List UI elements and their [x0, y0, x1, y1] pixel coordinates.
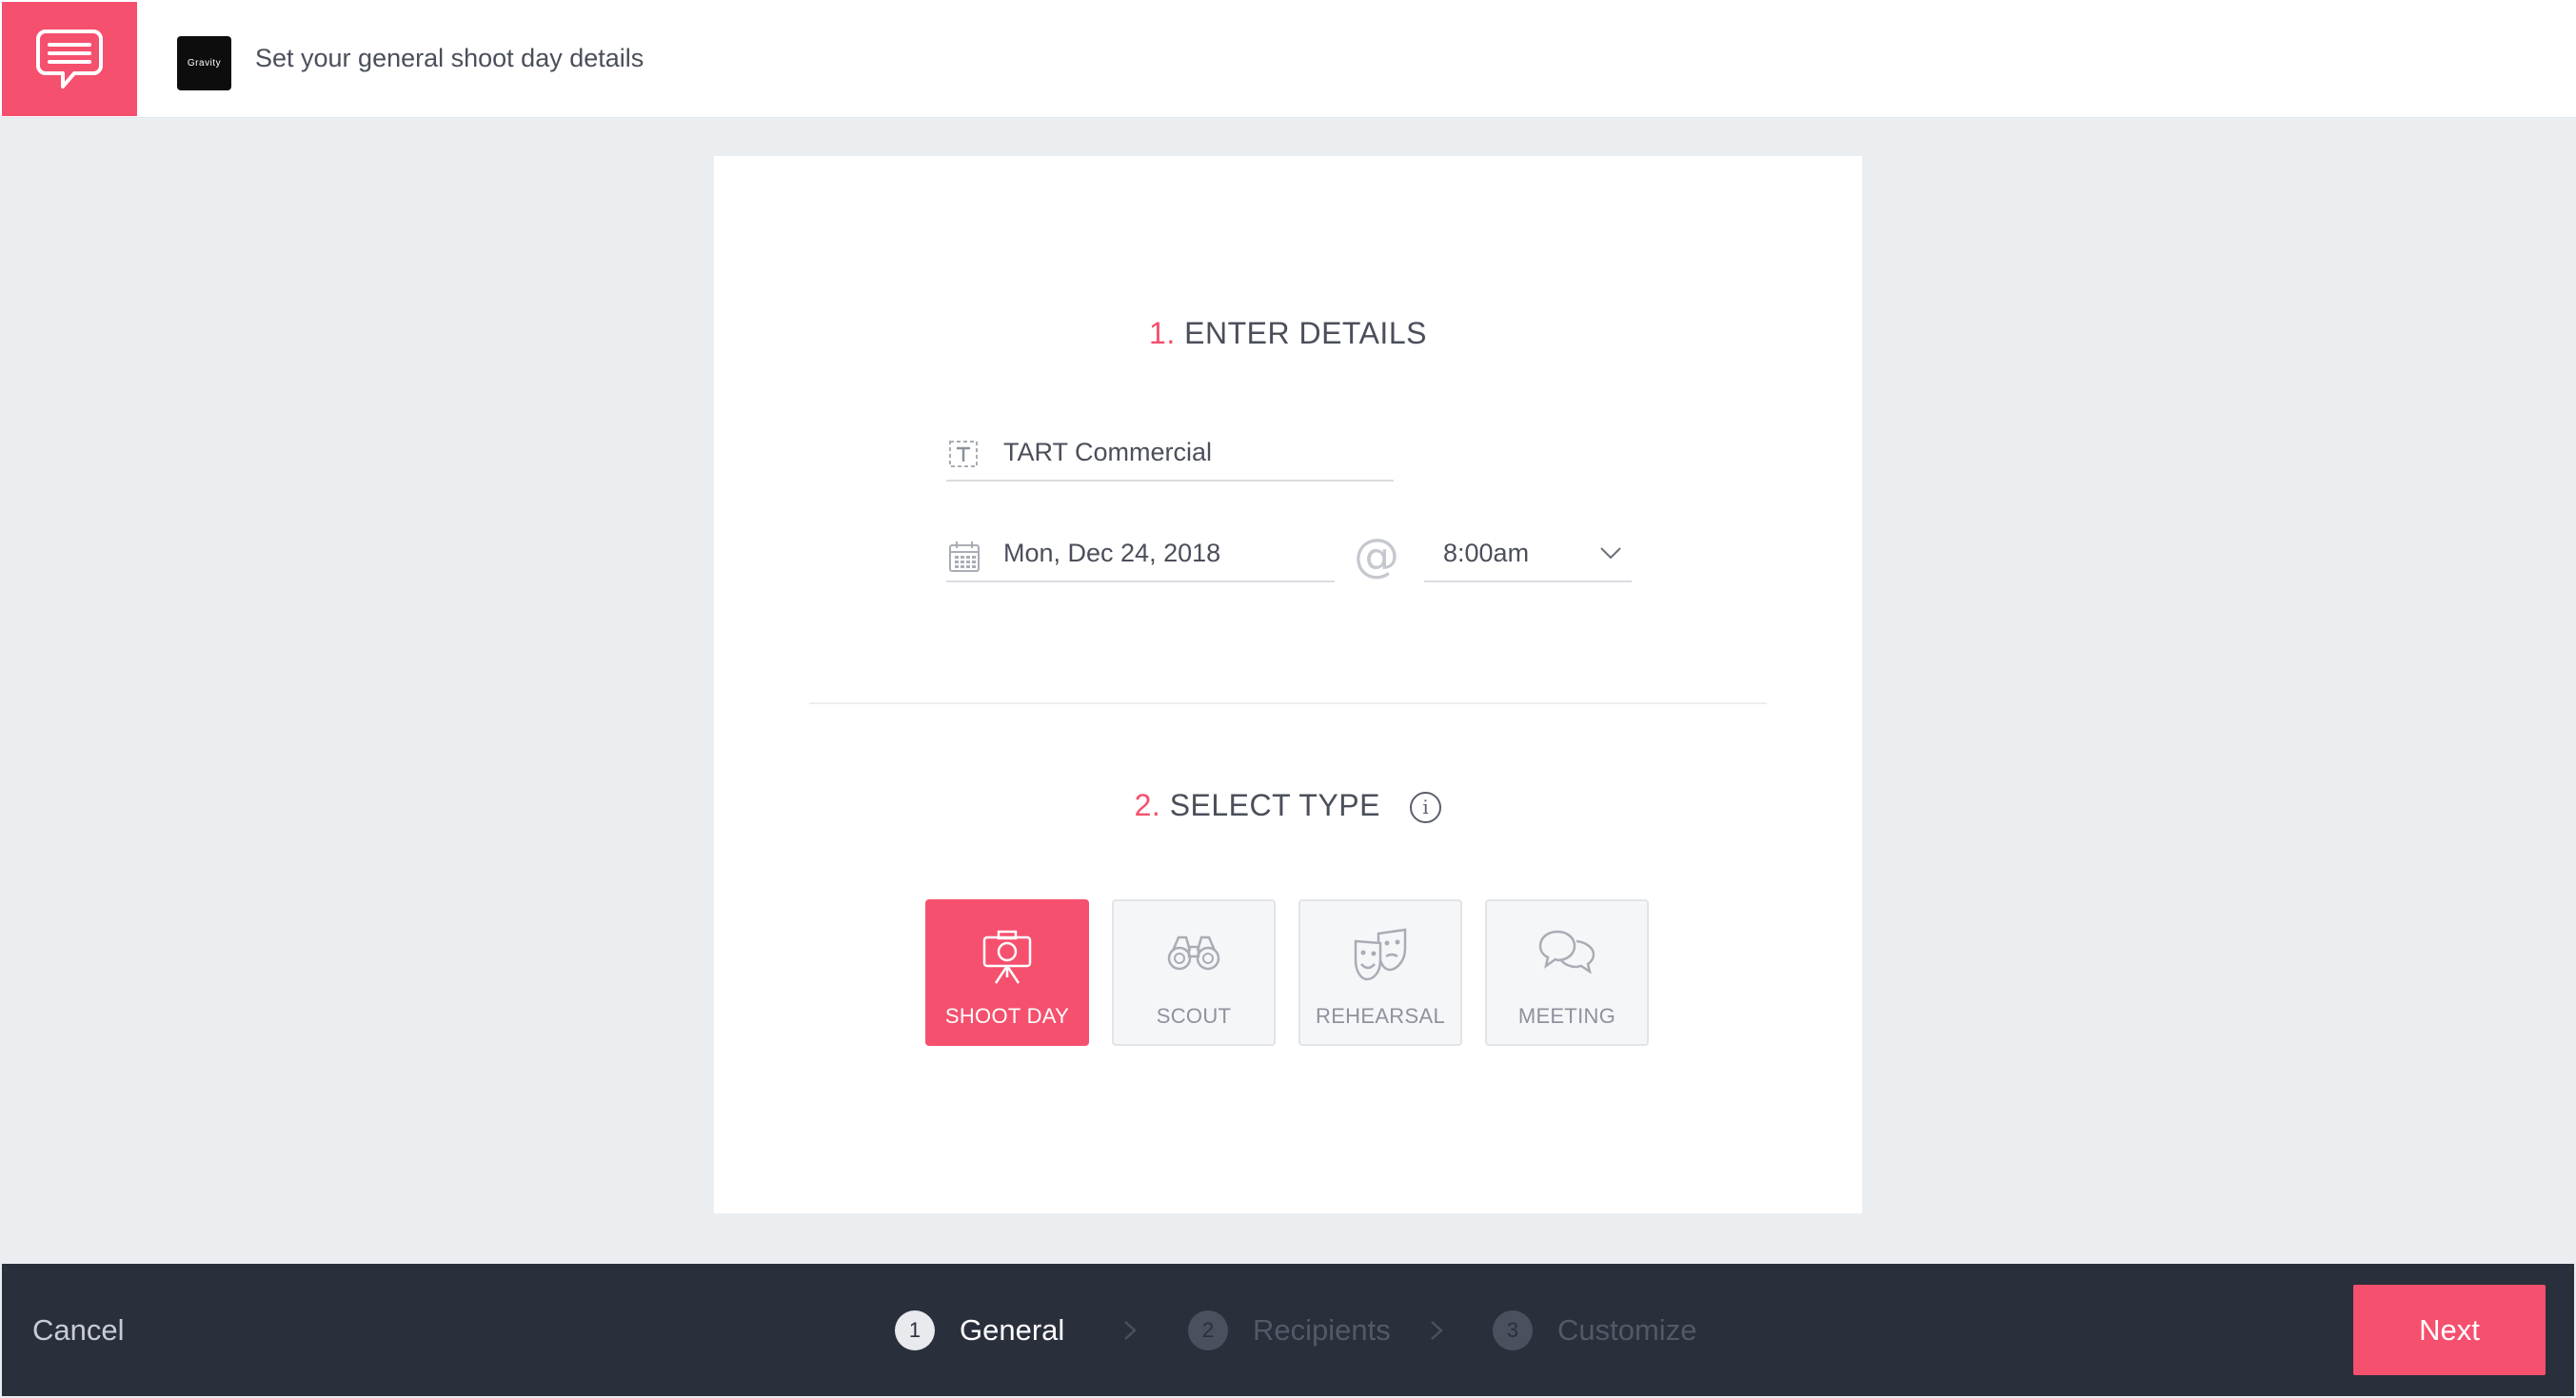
step-number: 2 — [1188, 1310, 1228, 1350]
step-number: 1 — [895, 1310, 935, 1350]
next-button[interactable]: Next — [2353, 1285, 2546, 1375]
cancel-button[interactable]: Cancel — [32, 1313, 125, 1348]
section-number: 2. — [1134, 788, 1161, 822]
project-logo: Gravity — [177, 36, 231, 90]
shoot-name-value: TART Commercial — [1003, 438, 1213, 466]
section-title: SELECT TYPE — [1169, 788, 1380, 822]
enter-details-heading: 1. ENTER DETAILS — [714, 316, 1862, 351]
step-label: Customize — [1557, 1313, 1697, 1347]
select-type-heading: 2. SELECT TYPE i — [714, 788, 1862, 824]
section-number: 1. — [1149, 316, 1176, 350]
page-title: Set your general shoot day details — [255, 44, 644, 72]
time-select[interactable]: 8:00am — [1424, 529, 1632, 582]
step-label: General — [960, 1313, 1065, 1347]
type-label: REHEARSAL — [1316, 1004, 1445, 1028]
chevron-right-icon — [1123, 1320, 1137, 1346]
top-header: Gravity Set your general shoot day detai… — [0, 0, 2576, 118]
app-logo[interactable] — [2, 2, 137, 116]
camera-tripod-icon — [927, 928, 1087, 985]
step-label: Recipients — [1253, 1313, 1391, 1347]
shoot-name-field[interactable]: TART Commercial — [946, 428, 1394, 482]
step-general[interactable]: 1 General — [895, 1307, 1064, 1354]
type-meeting-button[interactable]: MEETING — [1485, 899, 1649, 1046]
info-icon[interactable]: i — [1410, 792, 1442, 824]
date-field[interactable]: Mon, Dec 24, 2018 — [946, 529, 1335, 582]
type-scout-button[interactable]: SCOUT — [1112, 899, 1276, 1046]
time-value: 8:00am — [1443, 539, 1530, 567]
binoculars-icon — [1114, 928, 1274, 975]
footer-bar: Cancel 1 General 2 Recipients 3 Customiz… — [2, 1264, 2574, 1396]
step-number: 3 — [1493, 1310, 1533, 1350]
chevron-down-icon — [1599, 546, 1622, 564]
type-rehearsal-button[interactable]: REHEARSAL — [1298, 899, 1462, 1046]
text-field-icon — [948, 440, 979, 473]
type-label: SCOUT — [1156, 1004, 1232, 1028]
section-title: ENTER DETAILS — [1184, 316, 1427, 350]
section-divider — [809, 702, 1767, 704]
speech-bubbles-icon — [1487, 928, 1647, 974]
calendar-icon — [948, 541, 981, 578]
theater-masks-icon — [1300, 928, 1460, 981]
project-logo-text: Gravity — [187, 58, 222, 69]
chat-bubble-icon — [36, 30, 103, 89]
step-recipients[interactable]: 2 Recipients — [1188, 1307, 1391, 1354]
date-value: Mon, Dec 24, 2018 — [1003, 539, 1221, 567]
step-customize[interactable]: 3 Customize — [1493, 1307, 1696, 1354]
type-label: SHOOT DAY — [944, 1004, 1070, 1028]
chevron-right-icon — [1430, 1320, 1443, 1346]
type-shoot-day-button[interactable]: SHOOT DAY — [925, 899, 1089, 1046]
at-symbol: @ — [1354, 529, 1399, 582]
details-card: 1. ENTER DETAILS TART Commercial Mon, De… — [714, 156, 1862, 1213]
type-label: MEETING — [1517, 1004, 1616, 1028]
